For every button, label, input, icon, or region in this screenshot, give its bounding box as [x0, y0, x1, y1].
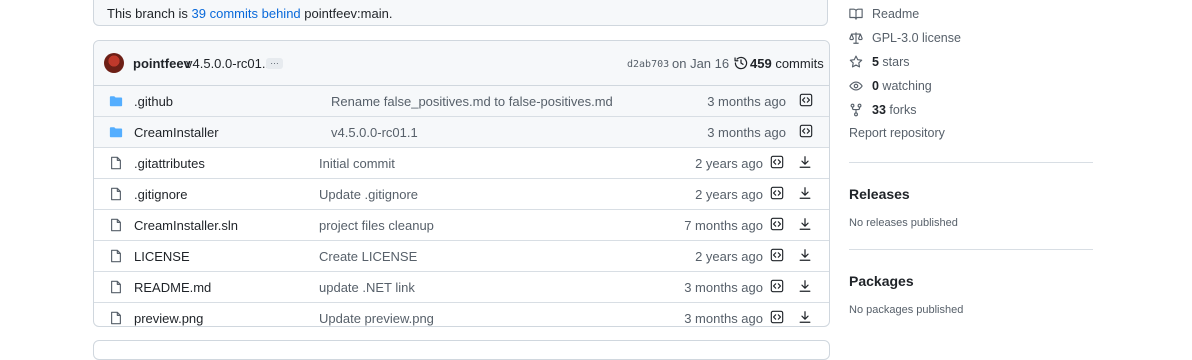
file-name-link[interactable]: README.md: [134, 280, 211, 295]
file-rows: .github Rename false_positives.md to fals…: [94, 86, 829, 333]
file-icon: [111, 280, 121, 294]
law-icon: [849, 32, 863, 44]
divider: [849, 249, 1093, 250]
packages-heading[interactable]: Packages: [849, 273, 914, 289]
table-row[interactable]: README.md update .NET link 3 months ago: [94, 272, 829, 303]
history-icon[interactable]: [734, 56, 748, 70]
file-name-link[interactable]: LICENSE: [134, 249, 190, 264]
commit-date: on Jan 16: [672, 56, 730, 71]
commits-behind-link[interactable]: 39 commits behind: [192, 6, 301, 21]
code-view-icon[interactable]: [770, 155, 784, 169]
file-commit-age: 3 months ago: [707, 94, 786, 109]
table-row[interactable]: CreamInstaller.sln project files cleanup 7…: [94, 210, 829, 241]
file-name-link[interactable]: preview.png: [134, 311, 203, 326]
table-row[interactable]: .gitignore Update .gitignore 2 years ago: [94, 179, 829, 210]
commit-message[interactable]: v4.5.0.0-rc01.1: [186, 56, 273, 71]
download-icon[interactable]: [798, 155, 812, 169]
download-icon[interactable]: [798, 248, 812, 262]
file-commit-message[interactable]: Update preview.png: [319, 311, 434, 326]
branch-status-banner: This branch is 39 commits behind pointfe…: [93, 0, 828, 26]
download-icon[interactable]: [798, 217, 812, 231]
download-icon[interactable]: [798, 186, 812, 200]
file-commit-message[interactable]: v4.5.0.0-rc01.1: [331, 125, 418, 140]
code-view-icon[interactable]: [770, 248, 784, 262]
file-icon: [111, 218, 121, 232]
download-icon[interactable]: [798, 279, 812, 293]
file-commit-message[interactable]: Rename false_positives.md to false-posit…: [331, 94, 613, 109]
commit-sha[interactable]: d2ab703: [627, 59, 669, 70]
file-icon: [111, 311, 121, 325]
table-row[interactable]: .github Rename false_positives.md to fals…: [94, 86, 829, 117]
code-view-icon[interactable]: [799, 124, 813, 138]
file-name-link[interactable]: .gitattributes: [134, 156, 205, 171]
avatar[interactable]: [104, 53, 124, 73]
folder-icon: [109, 96, 123, 107]
book-icon: [849, 8, 863, 20]
fork-icon: [850, 103, 862, 117]
commit-count-link[interactable]: 459 commits: [750, 56, 824, 71]
eye-icon: [849, 81, 863, 91]
branch-status-text: This branch is 39 commits behind pointfe…: [107, 6, 393, 21]
latest-commit-bar: pointfeev v4.5.0.0-rc01.1 … d2ab703 on J…: [94, 41, 829, 86]
file-name-link[interactable]: CreamInstaller: [134, 125, 219, 140]
file-commit-message[interactable]: update .NET link: [319, 280, 415, 295]
file-icon: [111, 249, 121, 263]
download-icon[interactable]: [798, 310, 812, 324]
folder-icon: [109, 127, 123, 138]
readme-box: [93, 340, 830, 360]
file-commit-message[interactable]: Initial commit: [319, 156, 395, 171]
table-row[interactable]: .gitattributes Initial commit 2 years ago: [94, 148, 829, 179]
file-commit-age: 7 months ago: [684, 218, 763, 233]
table-row[interactable]: preview.png Update preview.png 3 months ag…: [94, 303, 829, 333]
file-icon: [111, 156, 121, 170]
code-view-icon[interactable]: [770, 217, 784, 231]
file-commit-age: 3 months ago: [707, 125, 786, 140]
table-row[interactable]: CreamInstaller v4.5.0.0-rc01.1 3 months ag…: [94, 117, 829, 148]
file-commit-age: 3 months ago: [684, 280, 763, 295]
file-commit-message[interactable]: project files cleanup: [319, 218, 434, 233]
code-view-icon[interactable]: [770, 186, 784, 200]
code-view-icon[interactable]: [770, 279, 784, 293]
file-commit-message[interactable]: Update .gitignore: [319, 187, 418, 202]
file-commit-age: 2 years ago: [695, 156, 763, 171]
report-repository-link[interactable]: Report repository: [849, 126, 945, 140]
commit-author[interactable]: pointfeev: [133, 56, 191, 71]
file-name-link[interactable]: CreamInstaller.sln: [134, 218, 238, 233]
file-commit-age: 2 years ago: [695, 249, 763, 264]
releases-heading[interactable]: Releases: [849, 186, 910, 202]
file-commit-message[interactable]: Create LICENSE: [319, 249, 417, 264]
file-name-link[interactable]: .github: [134, 94, 173, 109]
packages-empty-text: No packages published: [849, 304, 964, 316]
code-view-icon[interactable]: [770, 310, 784, 324]
expand-commit-button[interactable]: …: [266, 57, 283, 69]
file-icon: [111, 187, 121, 201]
divider: [849, 162, 1093, 163]
file-commit-age: 2 years ago: [695, 187, 763, 202]
file-name-link[interactable]: .gitignore: [134, 187, 187, 202]
file-commit-age: 3 months ago: [684, 311, 763, 326]
code-view-icon[interactable]: [799, 93, 813, 107]
table-row[interactable]: LICENSE Create LICENSE 2 years ago: [94, 241, 829, 272]
releases-empty-text: No releases published: [849, 217, 958, 229]
file-list: pointfeev v4.5.0.0-rc01.1 … d2ab703 on J…: [93, 40, 830, 327]
star-icon: [849, 55, 863, 68]
